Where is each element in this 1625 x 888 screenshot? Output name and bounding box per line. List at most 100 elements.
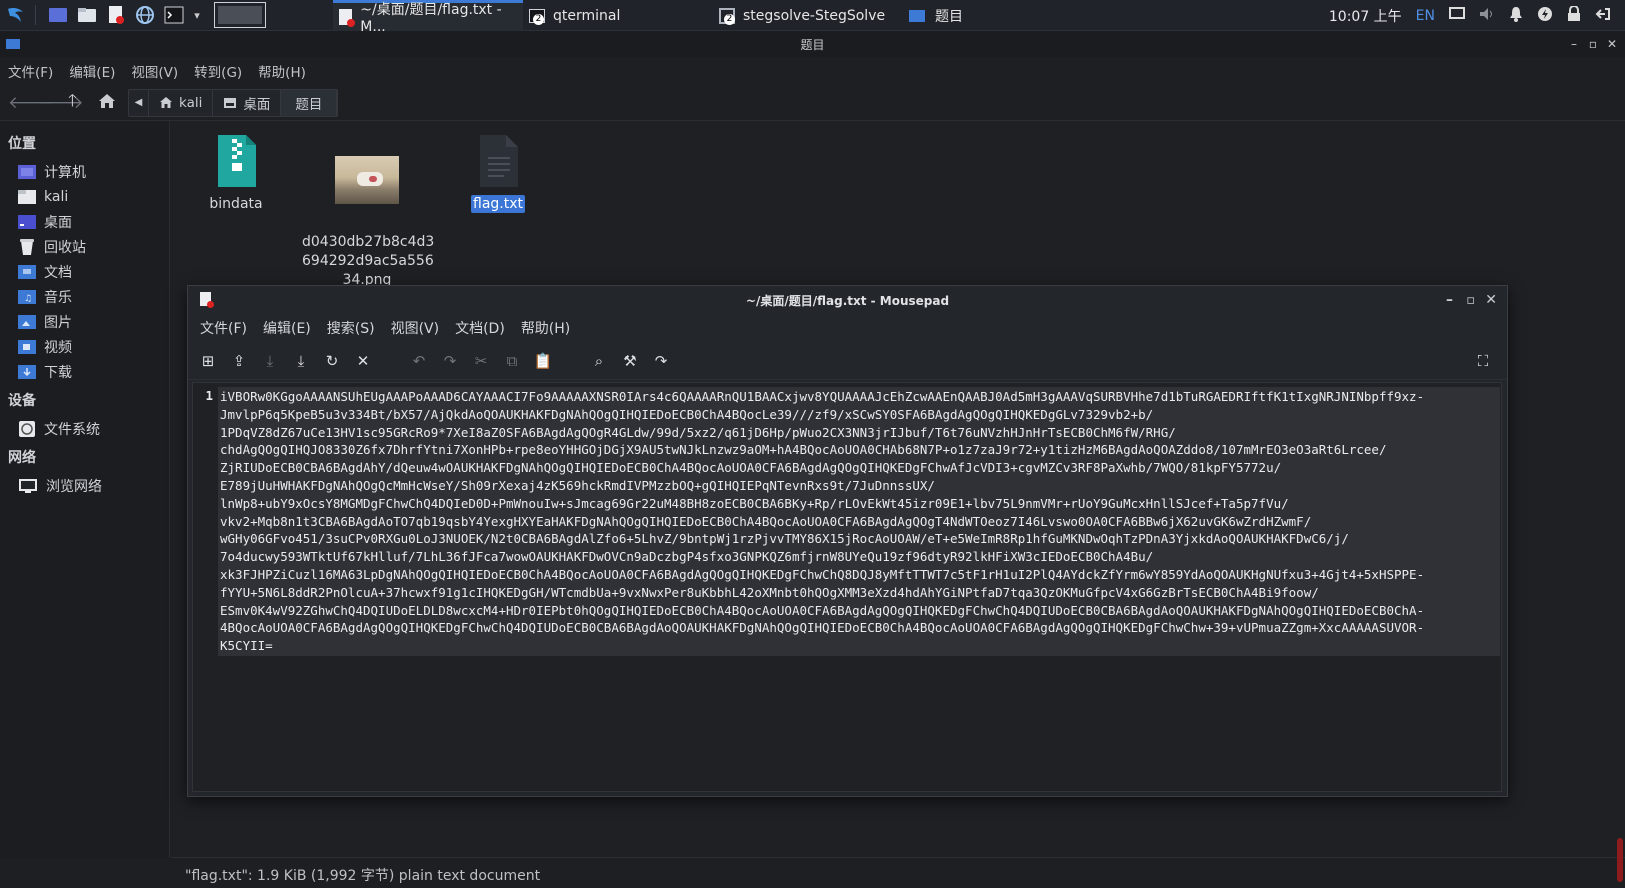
sidebar-item-computer[interactable]: 计算机: [0, 159, 169, 184]
menu-file[interactable]: 文件(F): [200, 318, 247, 338]
menu-search[interactable]: 搜索(S): [327, 318, 375, 338]
breadcrumb-kali[interactable]: kali: [149, 89, 214, 116]
close-document-icon[interactable]: ✕: [353, 351, 373, 371]
notification-bell-icon[interactable]: [1509, 6, 1523, 26]
sidebar: 位置 计算机 kali 桌面 回收站 文档 ♫ 音乐 图片 视频 下载 设备 文件…: [0, 121, 170, 857]
maximize-icon[interactable]: ▫: [1466, 286, 1475, 314]
sidebar-header-devices: 设备: [8, 393, 36, 409]
file-item-png[interactable]: d0430db27b8c4d3 694292d9ac5a556 34.png: [302, 133, 434, 290]
text-editor[interactable]: 1 iVBORw0KGgoAAAANSUhEUgAAAPoAAAD6CAYAAA…: [192, 382, 1502, 792]
toolbar: 🡐 🡒 🡑 ◀ kali 桌面 题目 ✎ ▶: [0, 85, 1625, 139]
task-count-badge: 2: [724, 13, 735, 25]
menu-document[interactable]: 文档(D): [455, 318, 505, 338]
file-manager-icon[interactable]: [74, 2, 100, 28]
sidebar-item-pictures[interactable]: 图片: [0, 309, 169, 334]
file-item-flag-txt[interactable]: flag.txt: [433, 133, 563, 214]
minimize-icon[interactable]: –: [1571, 31, 1577, 57]
text-content[interactable]: iVBORw0KGgoAAAANSUhEUgAAAPoAAAD6CAYAAACI…: [218, 387, 1500, 656]
go-to-line-icon[interactable]: ↷: [651, 351, 671, 371]
task-file-manager[interactable]: 题目: [903, 0, 1093, 31]
sidebar-item-music[interactable]: ♫ 音乐: [0, 284, 169, 309]
up-arrow-icon[interactable]: 🡑: [68, 88, 90, 117]
desktop-icon: [18, 214, 36, 229]
breadcrumb-desktop[interactable]: 桌面: [213, 89, 282, 116]
terminal-icon: 2: [529, 8, 545, 25]
cut-icon[interactable]: ✂: [471, 351, 491, 371]
menu-go[interactable]: 转到(G): [194, 61, 242, 81]
menubar: 文件(F) 编辑(E) 搜索(S) 视图(V) 文档(D) 帮助(H): [188, 314, 1507, 342]
clock[interactable]: 10:07 上午: [1329, 6, 1402, 26]
sidebar-item-desktop[interactable]: 桌面: [0, 209, 169, 234]
save-icon[interactable]: ⤓: [260, 351, 280, 371]
search-icon[interactable]: ⌕: [589, 351, 609, 371]
path-left-arrow-icon[interactable]: ◀: [129, 89, 149, 116]
sidebar-item-documents[interactable]: 文档: [0, 259, 169, 284]
file-name: flag.txt: [471, 195, 525, 213]
lock-icon[interactable]: [1567, 4, 1581, 26]
sidebar-item-videos[interactable]: 视频: [0, 334, 169, 359]
back-arrow-icon[interactable]: 🡐: [8, 93, 54, 113]
keyboard-layout[interactable]: EN: [1416, 8, 1435, 24]
logout-icon[interactable]: [1595, 6, 1611, 26]
sidebar-item-label: 音乐: [44, 289, 72, 306]
undo-icon[interactable]: ↶: [409, 351, 429, 371]
show-desktop-icon[interactable]: [45, 2, 71, 28]
folder-icon: [909, 9, 925, 22]
paste-icon[interactable]: 📋: [533, 351, 553, 371]
task-stegsolve[interactable]: 2 stegsolve-StegSolve: [713, 0, 903, 31]
menu-edit[interactable]: 编辑(E): [69, 61, 115, 81]
task-qterminal[interactable]: 2 qterminal: [523, 0, 713, 31]
window-titlebar[interactable]: 题目 – ▫ ✕: [0, 31, 1625, 57]
save-as-icon[interactable]: ⤓: [291, 351, 311, 371]
window-titlebar[interactable]: ~/桌面/题目/flag.txt - Mousepad – ▫ ✕: [188, 286, 1507, 314]
open-file-icon[interactable]: ⇪: [229, 351, 249, 371]
menu-help[interactable]: 帮助(H): [258, 61, 306, 81]
breadcrumb-label: 题目: [295, 96, 323, 113]
sidebar-item-label: 文档: [44, 264, 72, 281]
terminal-icon[interactable]: [161, 2, 187, 28]
videos-folder-icon: [18, 339, 36, 354]
power-status-icon[interactable]: [1537, 6, 1553, 26]
fullscreen-icon[interactable]: ⛶: [1473, 351, 1493, 371]
sidebar-item-label: 下载: [44, 364, 72, 381]
home-icon[interactable]: [98, 93, 120, 113]
sidebar-item-filesystem[interactable]: 文件系统: [0, 416, 169, 441]
status-bar: "flag.txt": 1.9 KiB (1,992 字节) plain tex…: [171, 857, 1625, 888]
sidebar-item-kali[interactable]: kali: [0, 184, 169, 209]
kali-menu-icon[interactable]: [3, 2, 29, 28]
resize-grip[interactable]: [1617, 838, 1623, 882]
search-replace-icon[interactable]: ⚒: [620, 351, 640, 371]
menu-file[interactable]: 文件(F): [8, 61, 53, 81]
close-icon[interactable]: ✕: [1485, 286, 1497, 314]
chevron-down-icon[interactable]: ▾: [190, 2, 204, 28]
menu-view[interactable]: 视图(V): [131, 61, 178, 81]
minimize-icon[interactable]: –: [1446, 286, 1453, 314]
sidebar-item-browse-network[interactable]: 浏览网络: [0, 473, 169, 498]
task-mousepad[interactable]: ~/桌面/题目/flag.txt - M...: [333, 0, 523, 35]
reload-icon[interactable]: ↻: [322, 351, 342, 371]
sidebar-item-downloads[interactable]: 下载: [0, 359, 169, 384]
maximize-icon[interactable]: ▫: [1589, 31, 1597, 57]
breadcrumb-label: kali: [179, 94, 203, 111]
menu-help[interactable]: 帮助(H): [521, 318, 570, 338]
copy-icon[interactable]: ⧉: [502, 351, 522, 371]
forward-arrow-icon[interactable]: 🡒: [38, 93, 84, 113]
breadcrumb-current[interactable]: 题目: [281, 89, 338, 116]
sidebar-item-label: 浏览网络: [46, 478, 102, 495]
new-document-icon[interactable]: ⊞: [198, 351, 218, 371]
sidebar-item-trash[interactable]: 回收站: [0, 234, 169, 259]
image-thumbnail: [335, 156, 399, 204]
music-folder-icon: ♫: [18, 289, 36, 304]
close-icon[interactable]: ✕: [1607, 31, 1617, 57]
browser-icon[interactable]: [132, 2, 158, 28]
display-icon[interactable]: [1449, 6, 1465, 25]
redo-icon[interactable]: ↷: [440, 351, 460, 371]
sidebar-item-label: 桌面: [44, 214, 72, 231]
menu-edit[interactable]: 编辑(E): [263, 318, 311, 338]
file-name: bindata: [209, 196, 263, 212]
workspace-switcher[interactable]: [214, 2, 266, 28]
volume-icon[interactable]: [1479, 7, 1495, 25]
text-editor-icon[interactable]: [103, 2, 129, 28]
file-item-bindata[interactable]: bindata: [171, 133, 301, 214]
menu-view[interactable]: 视图(V): [391, 318, 440, 338]
